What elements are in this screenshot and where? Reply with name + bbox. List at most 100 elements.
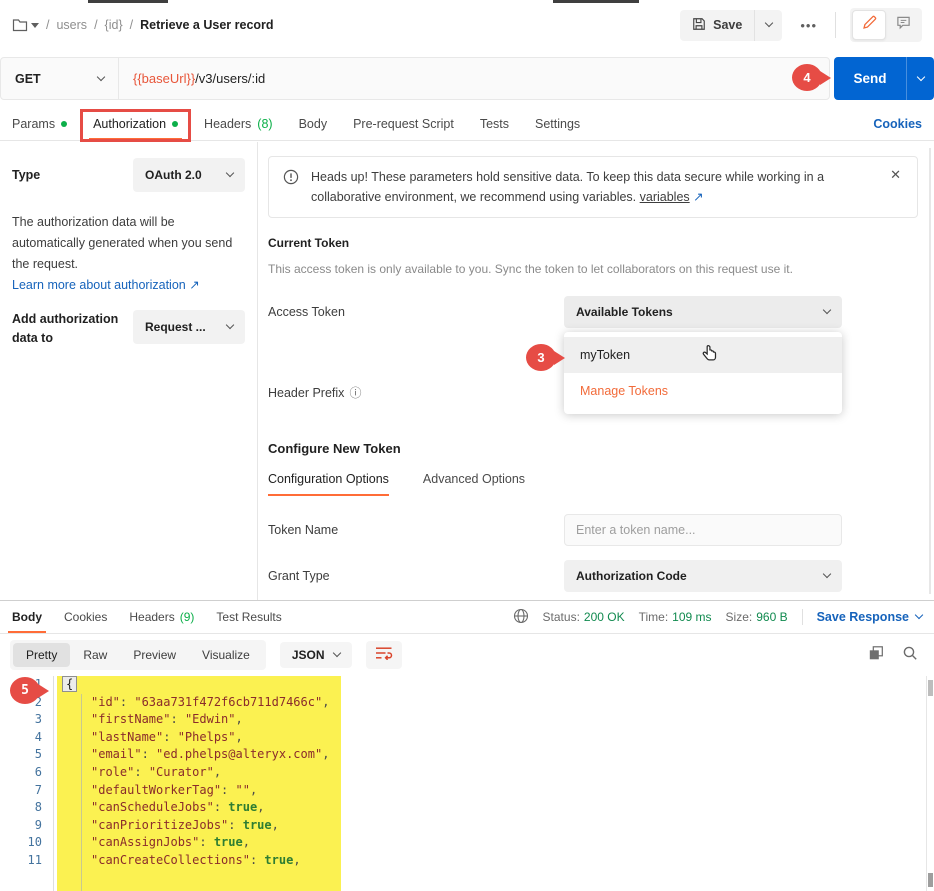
save-button[interactable]: Save <box>680 17 754 34</box>
header-prefix-text: Header Prefix <box>268 386 344 400</box>
response-tab-body[interactable]: Body <box>12 601 42 633</box>
globe-icon[interactable] <box>513 608 529 627</box>
auth-description: The authorization data will be automatic… <box>12 212 245 275</box>
json-key: "firstName" <box>91 712 170 726</box>
json-comma: , <box>257 800 264 814</box>
view-preview[interactable]: Preview <box>120 643 189 667</box>
token-name-input[interactable] <box>564 514 842 546</box>
learn-more-link[interactable]: Learn more about authorization ↗ <box>12 277 200 292</box>
edit-mode-button[interactable] <box>852 10 886 40</box>
send-options-button[interactable] <box>906 57 934 100</box>
access-token-select[interactable]: Available Tokens <box>564 296 842 328</box>
line-number: 3 <box>0 711 52 729</box>
search-icon[interactable] <box>902 645 918 666</box>
line-number: 10 <box>0 834 52 852</box>
access-token-label: Access Token <box>268 305 564 319</box>
cookies-link[interactable]: Cookies <box>873 108 922 140</box>
method-value: GET <box>15 72 41 86</box>
view-visualize[interactable]: Visualize <box>189 643 263 667</box>
tab-headers-count: (8) <box>257 117 272 131</box>
response-panel: Body Cookies Headers (9) Test Results St… <box>0 600 934 891</box>
response-tab-headers[interactable]: Headers (9) <box>129 601 194 633</box>
json-comma: , <box>250 783 257 797</box>
json-key: "role" <box>91 765 134 779</box>
authorization-editor: Type OAuth 2.0 The authorization data wi… <box>0 142 934 600</box>
tab-advanced-options[interactable]: Advanced Options <box>423 472 525 496</box>
line-number: 11 <box>0 852 52 870</box>
tab-settings[interactable]: Settings <box>535 108 580 140</box>
line-number: 8 <box>0 799 52 817</box>
panel-scrollbar[interactable] <box>929 148 931 594</box>
status-label: Status: <box>543 610 580 624</box>
json-colon: : <box>250 853 264 867</box>
send-label: Send <box>834 57 906 100</box>
response-tools <box>868 645 924 666</box>
tab-tests[interactable]: Tests <box>480 108 509 140</box>
token-dropdown-menu: 3 myToken Manage Tokens <box>564 332 842 414</box>
menu-item-manage-tokens[interactable]: Manage Tokens <box>564 373 842 409</box>
manage-tokens-label: Manage Tokens <box>580 384 668 398</box>
view-raw[interactable]: Raw <box>70 643 120 667</box>
breadcrumb-users[interactable]: users <box>56 18 87 32</box>
tab-body[interactable]: Body <box>299 108 328 140</box>
code-content: "firstName": "Edwin", <box>52 711 243 729</box>
request-tabs: Params Authorization Headers (8) Body Pr… <box>0 108 934 141</box>
request-title[interactable]: Retrieve a User record <box>140 18 273 32</box>
json-colon: : <box>134 765 148 779</box>
banner-message: Heads up! These parameters hold sensitiv… <box>311 170 824 204</box>
time-value: 109 ms <box>672 610 711 624</box>
wrap-lines-button[interactable] <box>366 641 402 669</box>
code-line: 8 "canScheduleJobs": true, <box>0 799 934 817</box>
format-select[interactable]: JSON <box>280 642 352 668</box>
save-label: Save <box>713 18 742 32</box>
auth-detail-panel: Heads up! These parameters hold sensitiv… <box>258 142 934 600</box>
size-value: 960 B <box>756 610 787 624</box>
menu-item-mytoken[interactable]: myToken <box>564 337 842 373</box>
method-select[interactable]: GET <box>1 58 119 99</box>
annotation-step-3: 3 <box>526 344 556 371</box>
json-key: "lastName" <box>91 730 163 744</box>
tab-headers[interactable]: Headers (8) <box>204 108 273 140</box>
scrollbar-thumb[interactable] <box>928 680 933 696</box>
line-number: 7 <box>0 782 52 800</box>
add-auth-select[interactable]: Request ... <box>133 310 245 344</box>
info-icon: ⓘ <box>349 384 361 401</box>
save-options-button[interactable] <box>754 10 782 41</box>
sensitive-data-banner: Heads up! These parameters hold sensitiv… <box>268 156 918 218</box>
json-value: "Phelps" <box>178 730 236 744</box>
json-key: "canPrioritizeJobs" <box>91 818 228 832</box>
status-value: 200 OK <box>584 610 625 624</box>
response-tabs: Body Cookies Headers (9) Test Results St… <box>0 601 934 634</box>
response-body-viewer[interactable]: 5 1 { 2 "id": "63aa731f472f6cb711d7466c"… <box>0 676 934 891</box>
save-response-label: Save Response <box>817 610 909 624</box>
response-tab-cookies[interactable]: Cookies <box>64 601 107 633</box>
json-colon: : <box>170 712 184 726</box>
url-input[interactable]: {{baseUrl}}/v3/users/:id <box>119 71 265 86</box>
breadcrumb-id[interactable]: {id} <box>105 18 123 32</box>
view-pretty[interactable]: Pretty <box>13 643 70 667</box>
external-link-icon: ↗ <box>189 278 199 292</box>
scrollbar[interactable] <box>926 676 934 891</box>
tab-authorization[interactable]: Authorization <box>93 108 178 140</box>
add-auth-label: Add authorization data to <box>12 310 124 348</box>
tab-configuration-options[interactable]: Configuration Options <box>268 472 389 496</box>
response-body-label: Body <box>12 610 42 624</box>
request-file-icon[interactable] <box>12 18 39 32</box>
breadcrumb: / users / {id} / Retrieve a User record <box>12 18 274 32</box>
close-icon[interactable]: ✕ <box>888 167 903 183</box>
save-response-button[interactable]: Save Response <box>817 610 922 624</box>
variables-link[interactable]: variables <box>640 190 690 204</box>
params-dot <box>61 121 67 127</box>
more-actions-button[interactable]: ••• <box>796 18 821 33</box>
auth-sidebar: Type OAuth 2.0 The authorization data wi… <box>0 142 258 600</box>
comments-button[interactable] <box>886 10 920 40</box>
copy-icon[interactable] <box>868 645 884 666</box>
add-auth-value: Request ... <box>145 320 206 334</box>
tab-params[interactable]: Params <box>12 108 67 140</box>
send-button[interactable]: Send <box>834 57 934 100</box>
response-tab-test-results[interactable]: Test Results <box>216 601 281 633</box>
chevron-down-icon <box>31 23 39 28</box>
tab-prerequest[interactable]: Pre-request Script <box>353 108 454 140</box>
grant-type-select[interactable]: Authorization Code <box>564 560 842 592</box>
auth-type-select[interactable]: OAuth 2.0 <box>133 158 245 192</box>
